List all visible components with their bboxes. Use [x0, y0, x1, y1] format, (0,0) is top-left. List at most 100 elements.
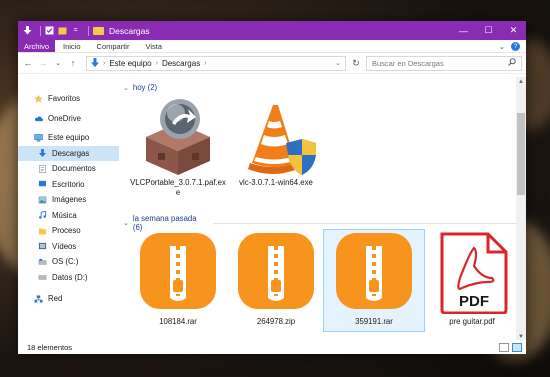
chevron-down-icon[interactable]: ⌄ — [123, 84, 129, 92]
nav-item-label: Documentos — [52, 164, 96, 174]
nav-item-label: Escritorio — [52, 179, 85, 189]
tab-inicio[interactable]: Inicio — [55, 40, 89, 52]
group-divider — [212, 222, 526, 224]
nav-item-label: OS (C:) — [52, 257, 79, 267]
new-folder-icon[interactable] — [58, 26, 67, 35]
nav-item-imagenes[interactable]: Imágenes — [18, 192, 119, 208]
file-item[interactable]: 108184.rar — [127, 232, 229, 332]
nav-item-label: Datos (D:) — [52, 272, 88, 282]
tab-vista[interactable]: Vista — [137, 40, 170, 52]
nav-item-label: Este equipo — [48, 133, 90, 143]
view-switcher — [499, 342, 526, 352]
nav-item-onedrive[interactable]: OneDrive — [18, 111, 119, 127]
breadcrumb[interactable]: › Este equipo › Descargas › ⌄ — [86, 55, 346, 71]
desktop-icon — [38, 181, 47, 187]
nav-item-red[interactable]: Red — [18, 291, 119, 307]
search-input[interactable]: Buscar en Descargas — [366, 55, 522, 71]
properties-icon[interactable] — [45, 26, 54, 35]
nav-item-este-equipo[interactable]: Este equipo — [18, 130, 119, 146]
up-button[interactable]: ↑ — [67, 58, 79, 68]
nav-item-label: Descargas — [52, 148, 90, 158]
download-icon — [91, 57, 99, 69]
help-icon[interactable]: ? — [511, 41, 520, 51]
cloud-icon — [35, 116, 43, 122]
group-header-label: la semana pasada (6) — [132, 214, 197, 232]
computer-icon — [34, 133, 43, 142]
network-icon — [34, 295, 43, 303]
file-name: pre guitar.pdf — [449, 317, 495, 326]
download-icon — [38, 149, 47, 158]
folder-icon — [38, 228, 47, 235]
search-placeholder: Buscar en Descargas — [372, 58, 444, 68]
nav-item-musica[interactable]: Música — [18, 208, 119, 224]
recent-locations-button[interactable]: ⌄ — [52, 59, 64, 67]
quick-access-down-icon[interactable] — [23, 26, 32, 35]
back-button[interactable]: ← — [22, 58, 34, 68]
chevron-right-icon[interactable]: › — [204, 60, 206, 67]
title-bar: = Descargas — ☐ ✕ — [18, 21, 526, 40]
chevron-down-icon[interactable]: ⌄ — [123, 219, 129, 227]
address-history-dropdown-icon[interactable]: ⌄ — [335, 59, 341, 67]
drive-icon — [38, 275, 47, 280]
group-header-hoy[interactable]: ⌄ hoy (2) — [123, 83, 157, 92]
file-list: ⌄ hoy (2) VLCPortable_3.0.7.1.paf.ex e v… — [119, 77, 526, 342]
file-name: 108184.rar — [159, 317, 197, 326]
tab-compartir[interactable]: Compartir — [89, 40, 138, 52]
title-separator — [40, 25, 41, 36]
chevron-right-icon[interactable]: › — [156, 60, 158, 67]
chevron-right-icon[interactable]: › — [103, 60, 105, 67]
vertical-scrollbar[interactable]: ▲ ▼ — [516, 77, 526, 342]
package-installer-icon — [146, 99, 210, 175]
pdf-icon: PDF — [440, 232, 508, 314]
file-name: VLCPortable_3.0.7.1.paf.ex — [130, 178, 226, 187]
file-name: vlc-3.0.7.1-win64.exe — [239, 178, 313, 187]
scrollbar-thumb[interactable] — [517, 113, 525, 195]
document-icon — [39, 164, 46, 173]
window-controls: — ☐ ✕ — [451, 21, 526, 40]
explorer-window: = Descargas — ☐ ✕ Archivo Inicio Compart… — [18, 21, 526, 354]
file-item[interactable]: 264978.zip — [225, 232, 327, 332]
large-icons-view-icon[interactable] — [512, 342, 522, 352]
close-button[interactable]: ✕ — [501, 21, 526, 40]
file-item[interactable]: vlc-3.0.7.1-win64.exe — [225, 97, 327, 197]
scroll-up-icon[interactable]: ▲ — [516, 79, 526, 85]
nav-item-videos[interactable]: Vídeos — [18, 239, 119, 255]
tab-archivo[interactable]: Archivo — [18, 40, 56, 52]
archive-icon — [140, 233, 216, 309]
file-name: 359191.rar — [355, 317, 393, 326]
nav-item-proceso[interactable]: Proceso — [18, 223, 119, 239]
forward-button[interactable]: → — [37, 58, 49, 68]
refresh-button[interactable]: ↻ — [349, 58, 363, 69]
nav-item-descargas[interactable]: Descargas — [18, 145, 119, 161]
breadcrumb-item-descargas[interactable]: Descargas — [162, 59, 200, 68]
address-bar: ← → ⌄ ↑ › Este equipo › Descargas › ⌄ ↻ … — [18, 53, 526, 74]
video-icon — [38, 243, 47, 250]
folder-icon — [93, 26, 104, 35]
nav-item-label: Imágenes — [52, 195, 87, 205]
search-icon — [508, 58, 516, 68]
item-count: 18 elementos — [27, 342, 73, 352]
star-icon — [34, 94, 43, 103]
expand-ribbon-icon[interactable]: ⌄ — [499, 42, 505, 51]
window-title: Descargas — [109, 25, 150, 36]
breadcrumb-item-este-equipo[interactable]: Este equipo — [109, 59, 151, 68]
nav-item-documentos[interactable]: Documentos — [18, 161, 119, 177]
title-separator — [88, 25, 89, 36]
nav-item-os-c[interactable]: OS (C:) — [18, 254, 119, 270]
nav-item-favoritos[interactable]: Favoritos — [18, 91, 119, 107]
nav-item-label: Música — [52, 210, 77, 220]
nav-item-escritorio[interactable]: Escritorio — [18, 177, 119, 193]
maximize-button[interactable]: ☐ — [476, 21, 501, 40]
nav-item-datos-d[interactable]: Datos (D:) — [18, 270, 119, 286]
archive-icon — [238, 233, 314, 309]
navigation-pane: Favoritos OneDrive Este equipo Descargas… — [18, 77, 119, 342]
details-view-icon[interactable] — [499, 342, 509, 352]
file-item[interactable]: VLCPortable_3.0.7.1.paf.ex e — [127, 97, 229, 197]
minimize-button[interactable]: — — [451, 21, 476, 40]
pictures-icon — [38, 196, 47, 204]
file-item[interactable]: 359191.rar — [323, 229, 425, 332]
file-item[interactable]: PDF pre guitar.pdf — [421, 232, 523, 332]
customize-toolbar-icon[interactable]: = — [71, 26, 80, 35]
nav-item-label: Proceso — [52, 226, 81, 236]
pdf-badge-text: PDF — [459, 293, 489, 310]
